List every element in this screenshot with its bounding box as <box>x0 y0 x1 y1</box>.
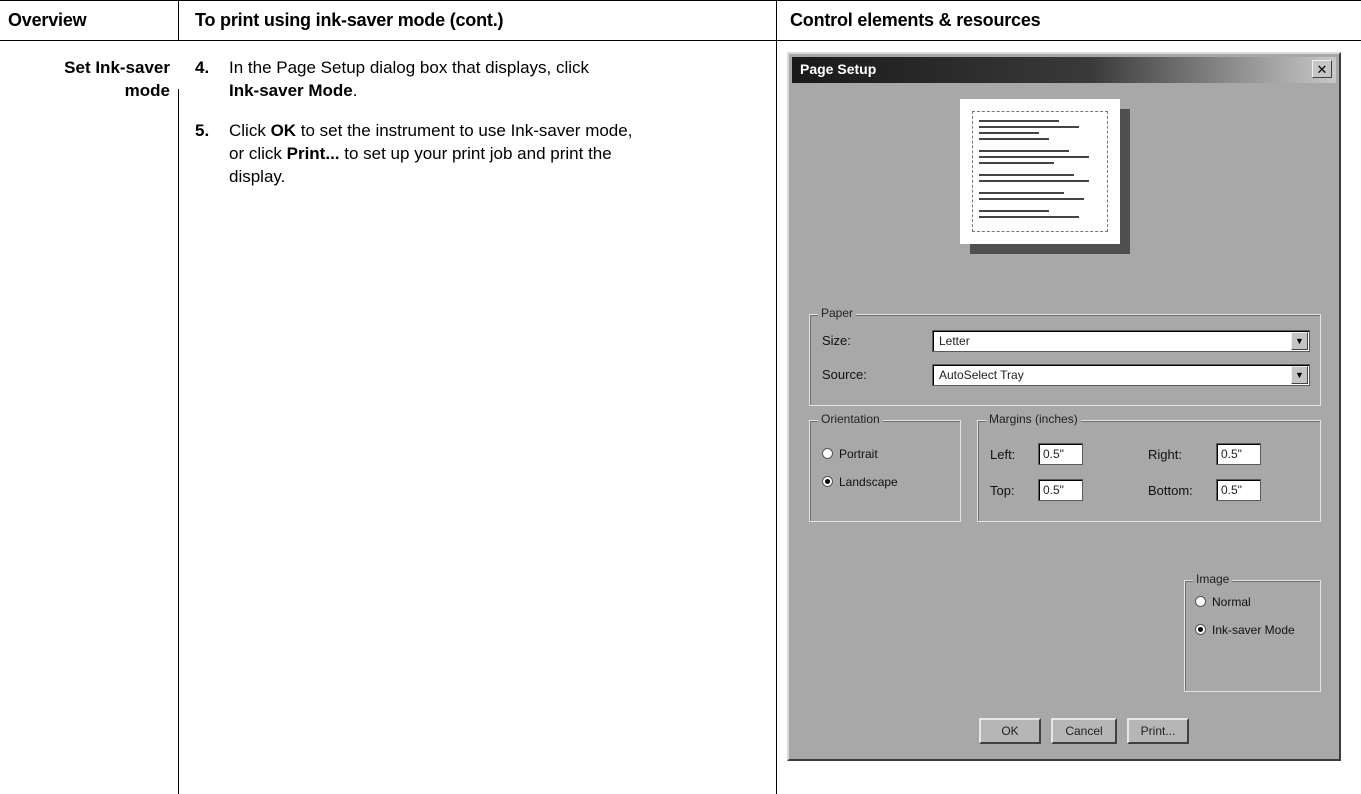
radio-button-selected-icon[interactable] <box>1195 624 1206 635</box>
paper-group-label: Paper <box>818 306 857 320</box>
side-label-line2: mode <box>124 81 170 100</box>
preview-text-line <box>979 174 1074 176</box>
step-text-part: . <box>352 81 358 100</box>
side-label-line1: Set Ink-saver <box>64 58 170 77</box>
orientation-portrait-radio[interactable]: Portrait <box>822 447 878 461</box>
image-ink-saver-radio[interactable]: Ink-saver Mode <box>1195 623 1295 637</box>
radio-button-icon[interactable] <box>1195 596 1206 607</box>
preview-text-line <box>979 216 1079 218</box>
dialog-titlebar: Page Setup ✕ <box>792 57 1336 83</box>
paper-size-select[interactable]: Letter ▼ <box>932 330 1310 352</box>
preview-text-line <box>979 120 1059 122</box>
step-text: In the Page Setup dialog box that displa… <box>229 56 769 102</box>
preview-text-line <box>979 156 1089 158</box>
ok-button[interactable]: OK <box>979 718 1041 744</box>
step-text: Click OK to set the instrument to use In… <box>229 119 769 188</box>
paper-group: Paper Size: Letter ▼ Source: AutoSelect … <box>809 306 1321 406</box>
preview-text-line <box>979 180 1089 182</box>
step-4: 4. In the Page Setup dialog box that dis… <box>195 56 755 106</box>
ink-saver-label: Ink-saver Mode <box>1212 623 1295 637</box>
step-number: 4. <box>195 58 210 77</box>
bottom-margin-label: Bottom: <box>1148 483 1193 498</box>
preview-text-line <box>979 138 1049 140</box>
column-divider-1-body <box>178 89 179 794</box>
side-label: Set Ink-saver mode <box>10 56 170 102</box>
paper-source-select[interactable]: AutoSelect Tray ▼ <box>932 364 1310 386</box>
chevron-down-icon[interactable]: ▼ <box>1291 332 1308 350</box>
step-text-part: or click <box>229 144 287 163</box>
preview-text-line <box>979 198 1084 200</box>
image-group-label: Image <box>1193 572 1233 586</box>
step-text-part: Click <box>229 121 271 140</box>
preview-text-line <box>979 126 1079 128</box>
size-label: Size: <box>822 333 851 348</box>
step-bold-term: OK <box>270 121 297 140</box>
header-procedure-title: To print using ink-saver mode (cont.) <box>195 10 504 30</box>
step-text-part: to set the instrument to use Ink-saver m… <box>296 121 633 140</box>
page-preview-margin-box <box>972 111 1108 232</box>
right-margin-label: Right: <box>1148 447 1182 462</box>
page-setup-dialog: Page Setup ✕ Paper Size: Letter ▼ Source… <box>787 52 1341 761</box>
landscape-label: Landscape <box>839 475 898 489</box>
header-control-elements: Control elements & resources <box>790 10 1041 30</box>
normal-label: Normal <box>1212 595 1251 609</box>
preview-text-line <box>979 162 1054 164</box>
header-top-rule <box>0 0 1361 1</box>
left-margin-label: Left: <box>990 447 1016 462</box>
preview-text-line <box>979 210 1049 212</box>
preview-text-line <box>979 150 1069 152</box>
top-margin-label: Top: <box>990 483 1015 498</box>
right-margin-input[interactable]: 0.5" <box>1216 443 1261 465</box>
paper-source-value: AutoSelect Tray <box>939 368 1024 382</box>
cancel-button[interactable]: Cancel <box>1051 718 1117 744</box>
step-number: 5. <box>195 121 210 140</box>
orientation-landscape-radio[interactable]: Landscape <box>822 475 898 489</box>
orientation-group: Orientation Portrait Landscape <box>809 412 961 522</box>
source-label: Source: <box>822 367 867 382</box>
print-button[interactable]: Print... <box>1127 718 1189 744</box>
preview-text-line <box>979 192 1064 194</box>
paper-size-value: Letter <box>939 334 970 348</box>
step-text-part: to set up your print job and print the <box>339 144 612 163</box>
radio-button-icon[interactable] <box>822 448 833 459</box>
top-margin-input[interactable]: 0.5" <box>1038 479 1083 501</box>
column-divider-2 <box>776 0 777 794</box>
page-preview <box>960 99 1120 244</box>
margins-group-label: Margins (inches) <box>986 412 1081 426</box>
step-bold-term: Print... <box>286 144 340 163</box>
header-bottom-rule <box>0 40 1361 41</box>
step-text-part: In the Page Setup dialog box that displa… <box>229 58 590 77</box>
header-overview: Overview <box>8 10 87 30</box>
image-normal-radio[interactable]: Normal <box>1195 595 1251 609</box>
radio-button-selected-icon[interactable] <box>822 476 833 487</box>
step-5: 5. Click OK to set the instrument to use… <box>195 119 755 194</box>
column-divider-1 <box>178 0 179 40</box>
bottom-margin-input[interactable]: 0.5" <box>1216 479 1261 501</box>
close-icon[interactable]: ✕ <box>1312 60 1332 78</box>
step-bold-term: Ink-saver Mode <box>229 81 353 100</box>
image-group: Image Normal Ink-saver Mode <box>1184 572 1321 692</box>
chevron-down-icon[interactable]: ▼ <box>1291 366 1308 384</box>
orientation-group-label: Orientation <box>818 412 883 426</box>
dialog-title: Page Setup <box>800 61 877 77</box>
preview-text-line <box>979 132 1039 134</box>
portrait-label: Portrait <box>839 447 878 461</box>
step-text-part: display. <box>229 167 286 186</box>
margins-group: Margins (inches) Left: 0.5" Right: 0.5" … <box>977 412 1321 522</box>
left-margin-input[interactable]: 0.5" <box>1038 443 1083 465</box>
